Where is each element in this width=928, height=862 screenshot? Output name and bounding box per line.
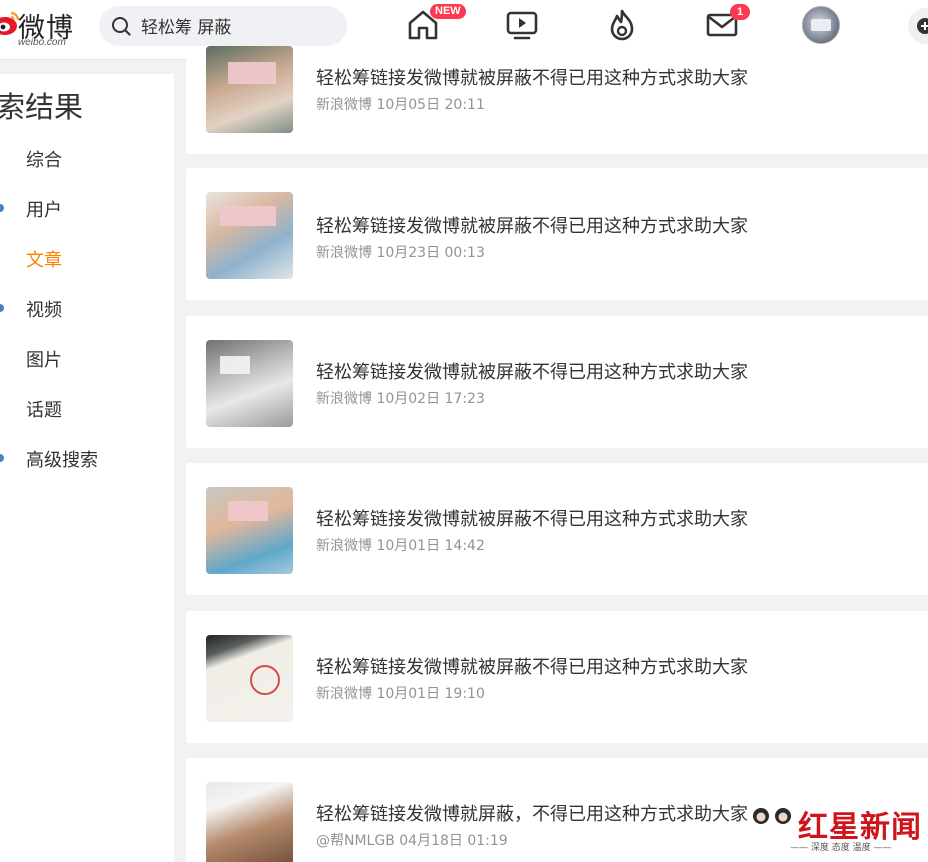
article-result-card[interactable]: 轻松筹链接发微博就被屏蔽不得已用这种方式求助大家 新浪微博 10月02日 17:… xyxy=(186,316,928,448)
weibo-eye-icon xyxy=(0,11,20,35)
article-thumbnail[interactable] xyxy=(206,192,293,279)
search-box[interactable] xyxy=(99,6,347,46)
mosaic-blur xyxy=(220,356,250,374)
article-thumbnail[interactable] xyxy=(206,340,293,427)
article-thumbnail[interactable] xyxy=(206,635,293,722)
search-filter-sidebar: 索结果 综合 用户 文章 视频 图片 话题 高级搜索 xyxy=(0,74,174,862)
avatar-image-content xyxy=(811,19,831,31)
logo-subtext: weibo.com xyxy=(18,37,66,48)
sidebar-title: 索结果 xyxy=(0,90,84,124)
video-icon[interactable] xyxy=(505,8,539,42)
article-thumbnail[interactable] xyxy=(206,782,293,862)
sidebar-item-users[interactable]: 用户 xyxy=(26,196,62,222)
search-icon[interactable] xyxy=(111,16,131,36)
sidebar-bullet-icon xyxy=(0,304,4,312)
mosaic-blur xyxy=(228,62,276,84)
user-avatar[interactable] xyxy=(802,6,840,44)
article-meta: 新浪微博 10月01日 19:10 xyxy=(316,686,485,702)
article-meta: 新浪微博 10月05日 20:11 xyxy=(316,97,485,113)
mail-count-badge: 1 xyxy=(730,4,750,20)
compose-icon xyxy=(917,18,928,34)
sidebar-item-comprehensive[interactable]: 综合 xyxy=(26,146,62,172)
article-title[interactable]: 轻松筹链接发微博就被屏蔽不得已用这种方式求助大家 xyxy=(316,212,748,238)
article-meta: 新浪微博 10月02日 17:23 xyxy=(316,391,485,407)
article-title[interactable]: 轻松筹链接发微博就被屏蔽不得已用这种方式求助大家 xyxy=(316,653,748,679)
article-meta: @帮NMLGB 04月18日 01:19 xyxy=(316,833,508,849)
article-result-card[interactable]: 轻松筹链接发微博就被屏蔽不得已用这种方式求助大家 新浪微博 10月23日 00:… xyxy=(186,168,928,300)
new-badge: NEW xyxy=(430,4,466,19)
emoji-icons xyxy=(753,808,791,824)
hongxing-news-watermark: 红星新闻 —— 深度 态度 温度 —— xyxy=(750,796,928,856)
sidebar-item-topics[interactable]: 话题 xyxy=(26,396,62,422)
compose-button[interactable] xyxy=(908,8,928,44)
top-nav-bar: 微博 weibo.com NEW 1 xyxy=(0,0,928,60)
sidebar-item-articles[interactable]: 文章 xyxy=(26,246,62,272)
article-thumbnail[interactable] xyxy=(206,487,293,574)
red-stamp-shape xyxy=(250,665,280,695)
sidebar-item-images[interactable]: 图片 xyxy=(26,346,62,372)
article-result-card[interactable]: 轻松筹链接发微博就被屏蔽不得已用这种方式求助大家 新浪微博 10月01日 19:… xyxy=(186,611,928,743)
mosaic-blur xyxy=(228,501,268,521)
weibo-logo[interactable]: 微博 weibo.com xyxy=(0,6,90,48)
article-meta: 新浪微博 10月01日 14:42 xyxy=(316,538,485,554)
article-title[interactable]: 轻松筹链接发微博就被屏蔽不得已用这种方式求助大家 xyxy=(316,505,748,531)
sidebar-bullet-icon xyxy=(0,454,4,462)
mosaic-blur xyxy=(220,206,276,226)
article-title[interactable]: 轻松筹链接发微博就被屏蔽不得已用这种方式求助大家 xyxy=(316,64,748,90)
hot-fire-icon[interactable] xyxy=(605,8,639,42)
sidebar-item-videos[interactable]: 视频 xyxy=(26,296,62,322)
article-result-card[interactable]: 轻松筹链接发微博就被屏蔽不得已用这种方式求助大家 新浪微博 10月01日 14:… xyxy=(186,463,928,595)
sidebar-item-advanced-search[interactable]: 高级搜索 xyxy=(26,446,98,472)
article-thumbnail[interactable] xyxy=(206,46,293,133)
article-title[interactable]: 轻松筹链接发微博就屏蔽，不得已用这种方式求助大家 xyxy=(316,800,748,826)
search-input[interactable] xyxy=(141,15,336,35)
article-meta: 新浪微博 10月23日 00:13 xyxy=(316,245,485,261)
sidebar-bullet-icon xyxy=(0,204,4,212)
watermark-slogan: —— 深度 态度 温度 —— xyxy=(790,843,892,853)
article-result-card[interactable]: 轻松筹链接发微博就被屏蔽不得已用这种方式求助大家 新浪微博 10月05日 20:… xyxy=(186,46,928,154)
article-title[interactable]: 轻松筹链接发微博就被屏蔽不得已用这种方式求助大家 xyxy=(316,358,748,384)
